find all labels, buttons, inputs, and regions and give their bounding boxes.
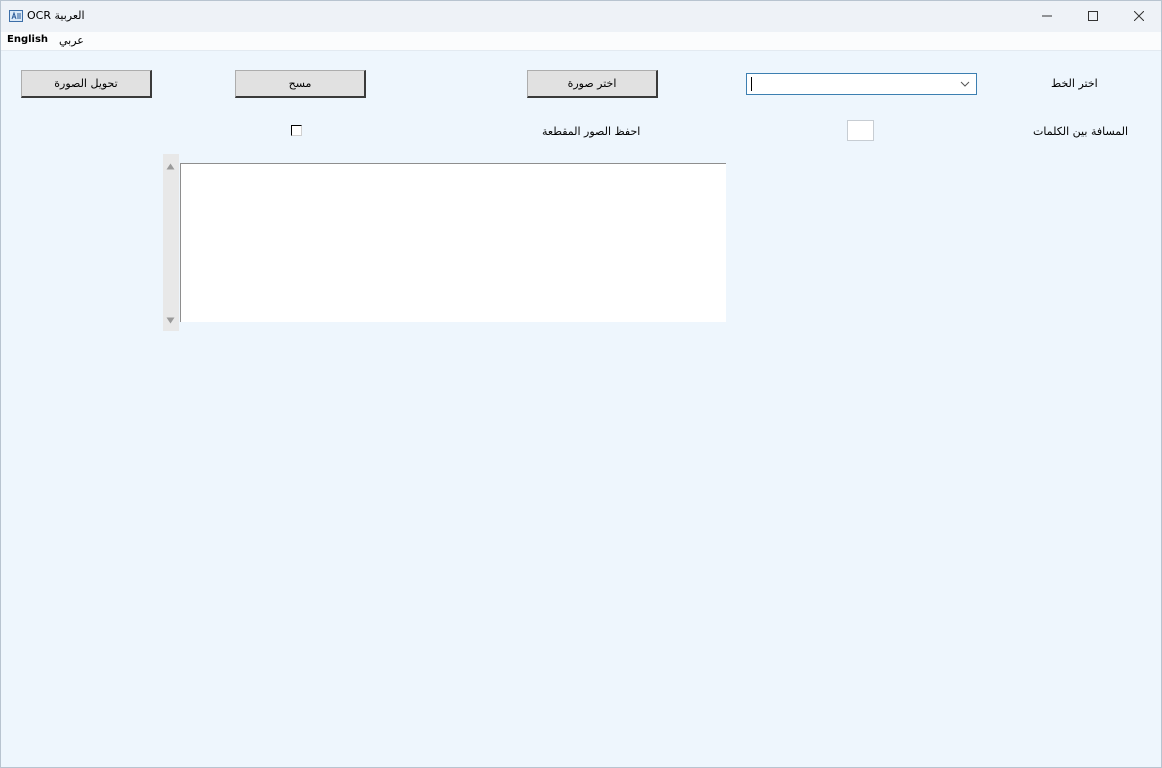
word-spacing-label: المسافة بين الكلمات <box>1033 125 1129 138</box>
chevron-down-icon <box>959 77 971 91</box>
convert-image-button[interactable]: تحويل الصورة <box>21 70 152 98</box>
maximize-icon <box>1088 10 1098 24</box>
font-label: اختر الخط <box>1051 77 1098 90</box>
close-button[interactable] <box>1116 1 1161 32</box>
clear-button[interactable]: مسح <box>235 70 366 98</box>
output-scrollbar[interactable] <box>163 154 179 331</box>
minimize-icon <box>1042 10 1052 24</box>
word-spacing-input[interactable] <box>847 120 874 141</box>
app-icon <box>9 10 23 22</box>
maximize-button[interactable] <box>1070 1 1116 32</box>
font-select[interactable] <box>746 73 977 95</box>
menu-bar: English عربي <box>1 32 1161 51</box>
close-icon <box>1133 10 1145 24</box>
title-bar[interactable]: OCR العربية <box>1 1 1161 32</box>
scroll-down-icon[interactable] <box>166 313 175 327</box>
save-cropped-label: احفظ الصور المقطعة <box>542 125 641 138</box>
minimize-button[interactable] <box>1024 1 1070 32</box>
menu-item-arabic[interactable]: عربي <box>59 34 84 47</box>
scroll-up-icon[interactable] <box>166 159 175 173</box>
window-title: OCR العربية <box>27 9 85 22</box>
text-caret <box>751 77 752 91</box>
app-window: OCR العربية English عربي اختر الخط اختر … <box>0 0 1162 768</box>
choose-image-button[interactable]: اختر صورة <box>527 70 658 98</box>
menu-item-english[interactable]: English <box>7 34 48 45</box>
save-cropped-checkbox[interactable] <box>291 125 302 136</box>
output-text-area[interactable] <box>180 163 726 322</box>
